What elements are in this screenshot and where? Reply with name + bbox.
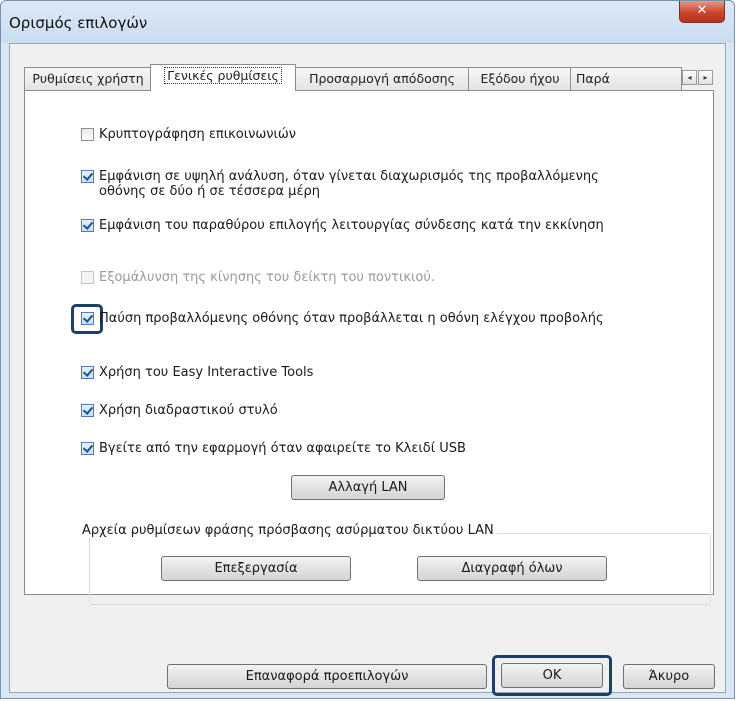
option-label: Βγείτε από την εφαρμογή όταν αφαιρείτε τ… <box>99 441 466 456</box>
tab-label: Γενικές ρυθμίσεις <box>164 67 282 84</box>
reset-defaults-button[interactable]: Επαναφορά προεπιλογών <box>167 664 487 689</box>
close-button[interactable]: ✕ <box>679 1 725 23</box>
ok-button[interactable]: OK <box>501 663 603 688</box>
edit-button[interactable]: Επεξεργασία <box>161 556 351 581</box>
options-dialog: Ορισμός επιλογών ✕ Ρυθμίσεις χρήστη Γενι… <box>0 0 735 699</box>
close-icon: ✕ <box>696 3 708 18</box>
tab-strip: Ρυθμίσεις χρήστη Γενικές ρυθμίσεις Προσα… <box>24 64 714 91</box>
tab-label: Παρά <box>576 71 610 86</box>
tab-label: Προσαρμογή απόδοσης <box>309 71 455 86</box>
option-label: Εμφάνιση του παραθύρου επιλογής λειτουργ… <box>99 218 604 233</box>
option-show-connection-window[interactable]: Εμφάνιση του παραθύρου επιλογής λειτουργ… <box>81 218 604 233</box>
option-encrypt-comms[interactable]: Κρυπτογράφηση επικοινωνιών <box>81 127 296 142</box>
checkbox[interactable] <box>81 404 94 417</box>
option-label: Παύση προβαλλόμενης οθόνης όταν προβάλλε… <box>99 311 604 326</box>
option-label: Κρυπτογράφηση επικοινωνιών <box>99 127 297 142</box>
option-exit-on-usb-removal[interactable]: Βγείτε από την εφαρμογή όταν αφαιρείτε τ… <box>81 441 466 456</box>
option-easy-interactive-tools[interactable]: Χρήση του Easy Interactive Tools <box>81 365 313 380</box>
window-title: Ορισμός επιλογών <box>9 14 148 32</box>
group-label: Αρχεία ρυθμίσεων φράσης πρόσβασης ασύρμα… <box>79 523 497 538</box>
tab-label: Εξόδου ήχου <box>480 71 560 86</box>
option-high-resolution[interactable]: Εμφάνιση σε υψηλή ανάλυση, όταν γίνεται … <box>81 169 599 199</box>
option-label: Χρήση του Easy Interactive Tools <box>99 365 314 380</box>
checkbox[interactable] <box>81 128 94 141</box>
option-label: Χρήση διαδραστικού στυλό <box>99 403 278 418</box>
option-interactive-pen[interactable]: Χρήση διαδραστικού στυλό <box>81 403 278 418</box>
tab-scroll-right-icon[interactable]: ▸ <box>698 70 713 85</box>
checkbox <box>81 271 94 284</box>
option-label-line1: Εμφάνιση σε υψηλή ανάλυση, όταν γίνεται … <box>99 169 599 184</box>
option-label: Εξομάλυνση της κίνησης του δείκτη του πο… <box>99 270 436 285</box>
tab-label: Ρυθμίσεις χρήστη <box>32 71 144 86</box>
checkbox[interactable] <box>81 170 94 183</box>
tab-scroll-left-icon[interactable]: ◂ <box>682 70 697 85</box>
checkbox[interactable] <box>81 219 94 232</box>
option-label-line2: οθόνης σε δύο ή σε τέσσερα μέρη <box>99 184 320 199</box>
title-bar[interactable]: Ορισμός επιλογών ✕ <box>1 1 734 43</box>
tab-user-settings[interactable]: Ρυθμίσεις χρήστη <box>24 67 152 90</box>
tab-general-settings[interactable]: Γενικές ρυθμίσεις <box>150 64 296 91</box>
checkbox[interactable] <box>81 366 94 379</box>
option-pause-projected-screen[interactable]: Παύση προβαλλόμενης οθόνης όταν προβάλλε… <box>81 311 604 326</box>
option-smooth-pointer: Εξομάλυνση της κίνησης του δείκτη του πο… <box>81 270 435 285</box>
cancel-button[interactable]: Άκυρο <box>623 664 715 689</box>
checkbox[interactable] <box>81 312 94 325</box>
option-label: Εμφάνιση σε υψηλή ανάλυση, όταν γίνεται … <box>99 169 599 199</box>
tab-audio-output[interactable]: Εξόδου ήχου <box>468 67 572 90</box>
tab-performance[interactable]: Προσαρμογή απόδοσης <box>294 67 470 90</box>
change-lan-button[interactable]: Αλλαγή LAN <box>291 475 445 500</box>
delete-all-button[interactable]: Διαγραφή όλων <box>417 556 607 581</box>
checkbox[interactable] <box>81 442 94 455</box>
general-settings-panel <box>24 90 714 595</box>
tab-more[interactable]: Παρά <box>570 67 682 90</box>
